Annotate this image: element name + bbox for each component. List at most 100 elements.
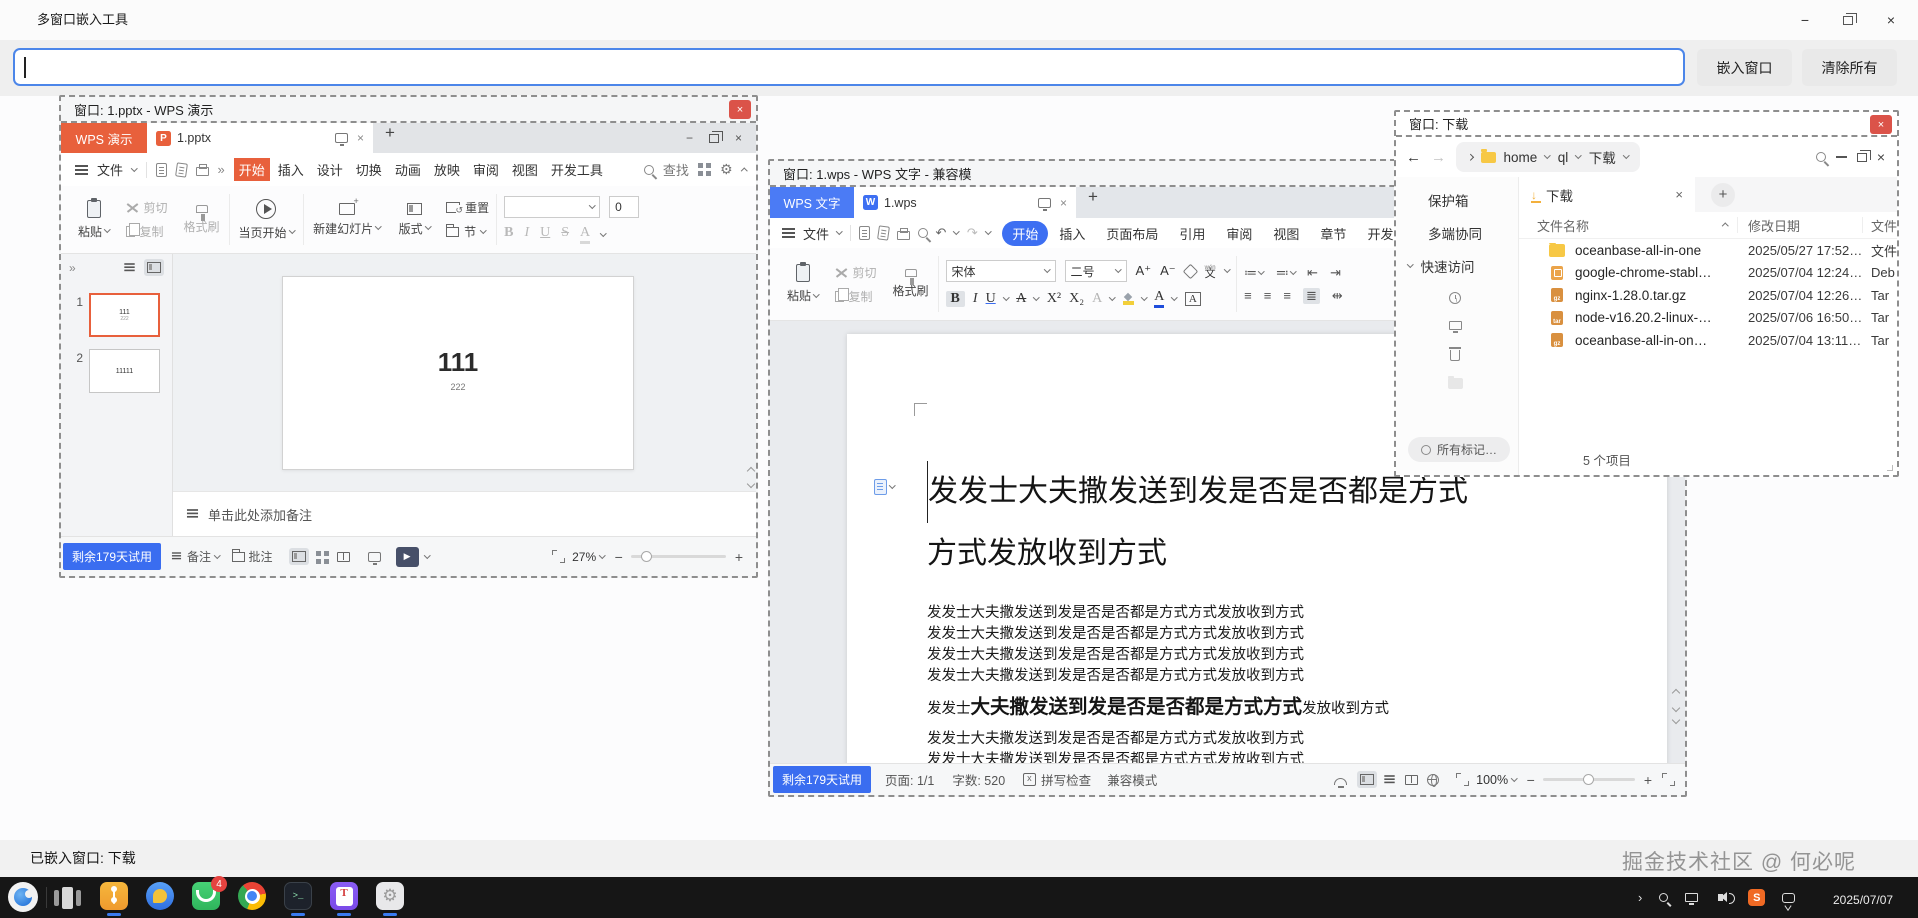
sidebar-item-quick-access[interactable]: 快速访问 [1396, 249, 1518, 282]
italic-button[interactable]: I [973, 291, 978, 307]
dock-item-terminal[interactable]: >_ [284, 882, 312, 910]
file-row[interactable]: nginx-1.28.0.tar.gz 2025/07/04 12:26… Ta… [1519, 284, 1897, 307]
all-tags-button[interactable]: 所有标记… [1408, 437, 1510, 462]
prev-slide-icon[interactable] [747, 467, 755, 475]
slide-subtitle-text[interactable]: 222 [450, 382, 465, 392]
strikethrough-button[interactable]: A [1016, 291, 1026, 307]
font-color-button[interactable]: A [1154, 289, 1164, 308]
doc-heading-line2[interactable]: 方式发放收到方式 [927, 523, 1675, 585]
next-page-icon[interactable] [1671, 716, 1679, 724]
format-painter-button[interactable]: 格式刷 [175, 186, 229, 253]
new-tab-button[interactable]: + [1088, 187, 1098, 218]
tray-expand-icon[interactable]: › [1638, 890, 1642, 905]
fit-slide-icon[interactable] [552, 550, 565, 563]
more-commands-icon[interactable] [985, 228, 991, 234]
slide-thumbnail-row[interactable]: 2 11111 [61, 349, 172, 393]
col-size-header[interactable]: 文件大小 [1863, 216, 1897, 235]
slide-thumbnail[interactable]: 111 222 [89, 293, 160, 337]
font-name-combo[interactable]: 宋体 [946, 260, 1056, 282]
play-from-current-button[interactable]: 当页开始 [230, 186, 304, 253]
more-tools-icon[interactable]: » [218, 162, 225, 177]
print-icon[interactable] [897, 231, 910, 240]
chevron-down-icon[interactable] [1623, 152, 1629, 158]
dock-item-settings[interactable]: ⚙ [376, 882, 404, 910]
app-maximize-button[interactable] [1833, 6, 1863, 34]
tab-close-icon[interactable]: × [357, 131, 364, 145]
writer-menu-tab[interactable]: 页面布局 [1096, 221, 1168, 246]
dock-item-appstore[interactable] [100, 882, 128, 910]
cut-button[interactable]: 剪切 [126, 199, 168, 216]
search-icon[interactable] [644, 165, 654, 175]
trial-badge[interactable]: 剩余179天试用 [773, 766, 871, 793]
highlight-dropdown[interactable] [1141, 294, 1147, 300]
file-name[interactable]: oceanbase-all-in-on… [1575, 333, 1707, 348]
new-tab-button[interactable]: + [385, 123, 395, 153]
tray-volume-icon[interactable] [1718, 894, 1723, 901]
slide-thumbnail-row[interactable]: 1 111 222 [61, 293, 172, 337]
app-minimize-button[interactable]: − [1790, 6, 1820, 34]
cut-button[interactable]: 剪切 [835, 264, 877, 281]
zoom-slider-knob[interactable] [1583, 774, 1594, 785]
number-list-button[interactable]: ≕ [1276, 265, 1296, 281]
tray-search-icon[interactable] [1659, 893, 1668, 902]
character-border-button[interactable]: A [1185, 292, 1201, 306]
dock-item-file-manager[interactable] [146, 882, 174, 910]
strikethrough-button[interactable]: S [561, 225, 569, 244]
normal-view-button[interactable] [289, 548, 309, 565]
launcher-button[interactable] [8, 882, 38, 912]
font-size-combo[interactable]: 二号 [1065, 260, 1127, 282]
back-button[interactable]: ← [1406, 149, 1421, 166]
file-name[interactable]: oceanbase-all-in-one [1575, 243, 1701, 258]
doc-body-line[interactable]: 发发士大夫撒发送到发是否是否都是方式方式发放收到方式 [927, 729, 1675, 750]
window-title-input[interactable] [13, 48, 1685, 86]
save-icon[interactable] [156, 163, 167, 177]
computer-icon[interactable] [1449, 321, 1462, 330]
ppt-minimize-button[interactable]: − [686, 131, 693, 145]
undo-icon[interactable]: ↶ [936, 225, 947, 241]
zoom-in-button[interactable]: + [1644, 772, 1652, 788]
file-row[interactable]: oceanbase-all-in-one 2025/05/27 17:52… 文… [1519, 239, 1897, 262]
sidebar-item-multidevice[interactable]: 多端协同 [1396, 216, 1518, 249]
paste-group[interactable]: 粘贴 [778, 248, 828, 320]
underline-dropdown[interactable] [1003, 294, 1009, 300]
ppt-menu-tab[interactable]: 审阅 [468, 158, 504, 181]
page-view-button[interactable] [1357, 771, 1377, 788]
taskbar-date[interactable]: 2025/07/07 [1833, 893, 1893, 907]
align-right-button[interactable]: ≡ [1283, 288, 1291, 303]
bold-button[interactable]: B [946, 291, 965, 307]
ppt-menu-tab[interactable]: 设计 [312, 158, 348, 181]
word-count[interactable]: 字数: 520 [952, 770, 1005, 789]
share-screen-icon[interactable] [1038, 198, 1051, 208]
pinyin-guide-button[interactable]: wén文 [1205, 265, 1216, 277]
ppt-document-tab[interactable]: P 1.pptx × [147, 123, 373, 153]
next-slide-icon[interactable] [747, 480, 755, 488]
tray-chat-icon[interactable] [1782, 893, 1795, 903]
zoom-slider-knob[interactable] [641, 551, 652, 562]
shrink-font-button[interactable]: A⁻ [1160, 263, 1176, 279]
zoom-in-button[interactable]: + [735, 549, 743, 565]
play-options-dropdown[interactable] [424, 552, 430, 558]
gear-icon[interactable]: ⚙ [720, 161, 733, 178]
align-center-button[interactable]: ≡ [1264, 288, 1272, 303]
outline-view-icon[interactable] [124, 263, 134, 265]
highlight-pen-icon[interactable] [1123, 301, 1134, 305]
justify-button[interactable]: ≣ [1303, 288, 1320, 304]
superscript-button[interactable]: X² [1047, 291, 1061, 307]
ppt-menu-tab[interactable]: 开发工具 [546, 158, 608, 181]
fm-close-button[interactable]: × [1877, 149, 1885, 165]
hamburger-icon[interactable] [75, 165, 88, 167]
zoom-value[interactable]: 27% [572, 550, 596, 564]
chevron-down-icon[interactable] [1544, 152, 1550, 158]
text-effect-button[interactable]: A [1092, 291, 1102, 307]
forward-button[interactable]: → [1431, 149, 1446, 166]
subscript-button[interactable]: X₂ [1069, 291, 1084, 307]
layout-button[interactable]: 版式 [390, 186, 440, 253]
trash-icon[interactable] [1450, 350, 1460, 361]
find-label[interactable]: 查找 [663, 160, 689, 179]
scroll-down-icon[interactable] [1671, 704, 1679, 712]
font-color-dropdown[interactable] [600, 230, 606, 236]
trial-badge[interactable]: 剩余179天试用 [63, 543, 161, 570]
ppt-restore-button[interactable] [709, 134, 719, 143]
zoom-slider[interactable] [631, 555, 726, 558]
writer-menu-tab[interactable]: 开始 [1002, 221, 1048, 246]
